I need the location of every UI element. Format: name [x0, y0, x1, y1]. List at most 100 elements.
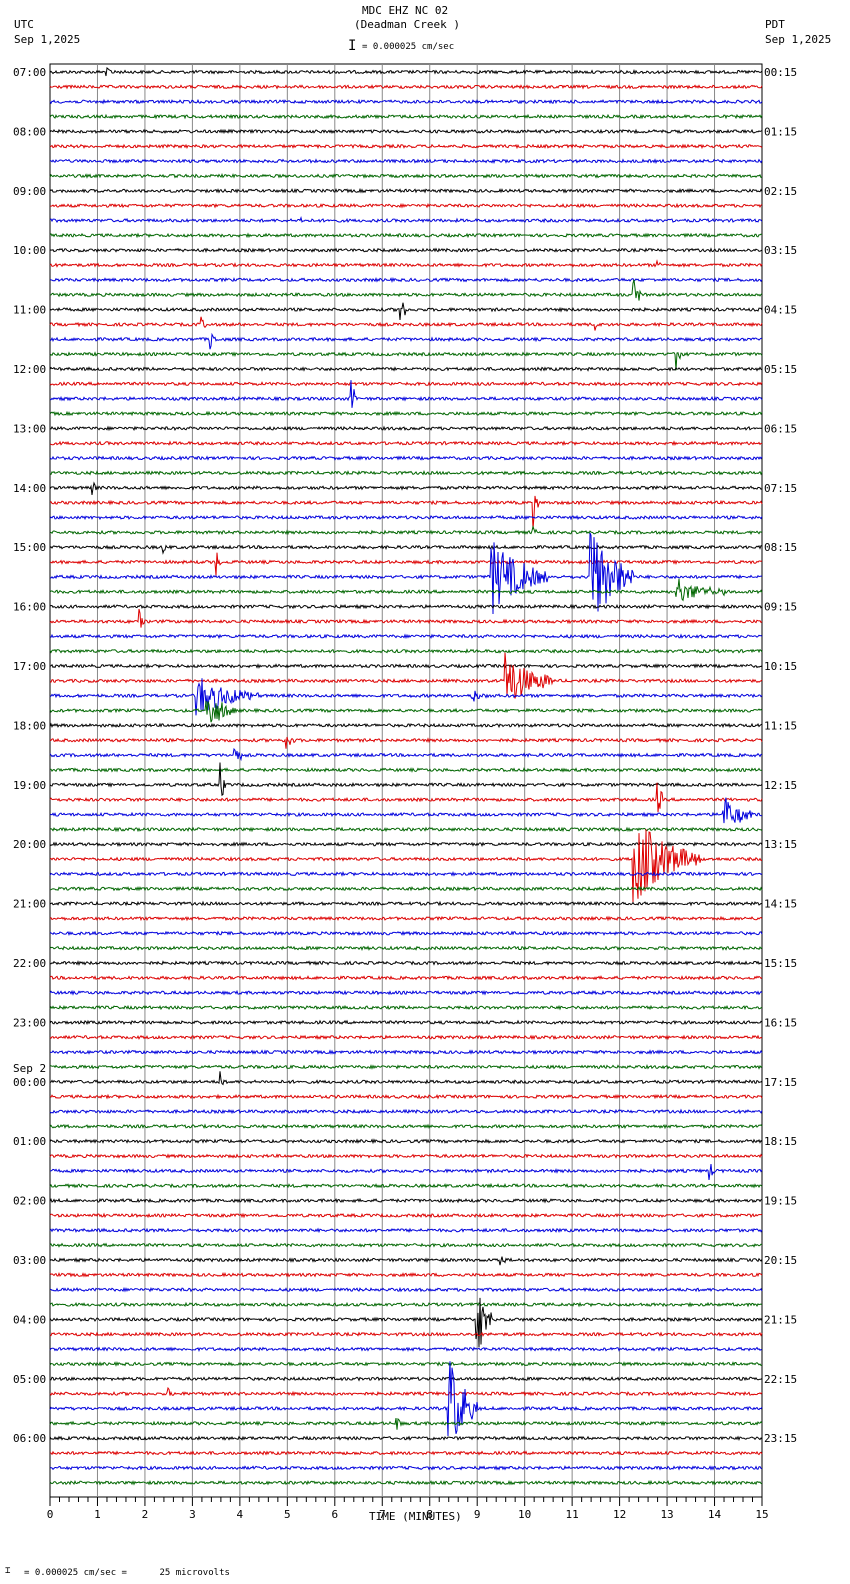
- left-time-label: 07:00: [13, 66, 46, 79]
- trace-77: [49, 1212, 763, 1219]
- x-tick-label: 14: [708, 1508, 722, 1521]
- left-time-label: 21:00: [13, 898, 46, 911]
- trace-78: [49, 1227, 763, 1234]
- trace-11: [49, 232, 763, 239]
- trace-91: [49, 1417, 763, 1430]
- trace-41: [49, 652, 763, 699]
- x-tick-label: 10: [518, 1508, 531, 1521]
- trace-29: [49, 495, 763, 530]
- trace-46: [49, 747, 763, 762]
- x-tick-label: 6: [331, 1508, 338, 1521]
- trace-56: [49, 900, 763, 907]
- trace-39: [49, 648, 763, 654]
- right-time-label: 14:15: [764, 898, 797, 911]
- right-time-label: 08:15: [764, 541, 797, 554]
- x-tick-label: 11: [566, 1508, 579, 1521]
- trace-10: [49, 215, 763, 224]
- trace-76: [49, 1197, 763, 1204]
- right-time-label: 11:15: [764, 719, 797, 732]
- left-time-label: 00:00: [13, 1076, 46, 1089]
- trace-12: [49, 247, 763, 253]
- trace-15: [49, 279, 763, 301]
- trace-82: [49, 1286, 763, 1293]
- right-time-label: 07:15: [764, 482, 797, 495]
- x-tick-label: 12: [613, 1508, 626, 1521]
- date-change-label: Sep 2: [13, 1062, 46, 1075]
- trace-59: [49, 945, 763, 951]
- left-time-label: 13:00: [13, 422, 46, 435]
- trace-48: [49, 762, 763, 797]
- left-time-label: 01:00: [13, 1135, 46, 1148]
- trace-70: [49, 1108, 763, 1115]
- right-time-label: 04:15: [764, 304, 797, 317]
- trace-44: [49, 722, 763, 729]
- trace-55: [49, 885, 763, 892]
- right-time-label: 20:15: [764, 1254, 797, 1267]
- trace-26: [49, 455, 763, 461]
- trace-17: [49, 316, 763, 331]
- trace-83: [49, 1301, 763, 1308]
- trace-69: [49, 1093, 763, 1100]
- trace-90: [49, 1361, 763, 1437]
- left-time-label: 20:00: [13, 838, 46, 851]
- trace-5: [49, 143, 763, 150]
- trace-18: [49, 332, 763, 350]
- x-tick-label: 13: [660, 1508, 673, 1521]
- x-tick-label: 5: [284, 1508, 291, 1521]
- left-time-label: 23:00: [13, 1016, 46, 1029]
- trace-93: [49, 1450, 763, 1456]
- trace-72: [49, 1138, 763, 1145]
- left-time-label: 19:00: [13, 779, 46, 792]
- right-time-label: 23:15: [764, 1432, 797, 1445]
- trace-92: [49, 1435, 763, 1442]
- trace-85: [49, 1331, 763, 1337]
- trace-1: [49, 84, 763, 90]
- left-time-label: 11:00: [13, 304, 46, 317]
- trace-32: [49, 544, 763, 555]
- trace-49: [49, 782, 763, 813]
- trace-71: [49, 1123, 763, 1130]
- x-axis-label: TIME (MINUTES): [369, 1510, 462, 1523]
- left-time-label: 15:00: [13, 541, 46, 554]
- left-time-label: 08:00: [13, 125, 46, 138]
- right-time-label: 06:15: [764, 422, 797, 435]
- trace-43: [49, 700, 763, 723]
- trace-20: [49, 366, 763, 372]
- trace-40: [49, 663, 763, 669]
- left-time-label: 02:00: [13, 1195, 46, 1208]
- trace-6: [49, 158, 763, 165]
- trace-30: [49, 514, 763, 521]
- footer-scale: = 0.000025 cm/sec = 25 microvolts: [24, 1568, 230, 1578]
- trace-88: [49, 1376, 763, 1382]
- trace-68: [49, 1071, 763, 1086]
- trace-65: [49, 1034, 763, 1041]
- x-tick-label: 3: [189, 1508, 196, 1521]
- trace-9: [50, 202, 763, 209]
- x-tick-label: 15: [755, 1508, 768, 1521]
- right-time-label: 13:15: [764, 838, 797, 851]
- trace-13: [49, 259, 763, 268]
- trace-57: [49, 915, 763, 922]
- x-tick-label: 4: [237, 1508, 244, 1521]
- left-time-label: 18:00: [13, 719, 46, 732]
- trace-37: [49, 608, 763, 628]
- right-time-label: 19:15: [764, 1195, 797, 1208]
- trace-36: [49, 603, 763, 610]
- trace-14: [49, 276, 763, 283]
- x-tick-label: 9: [474, 1508, 481, 1521]
- trace-35: [49, 578, 763, 602]
- trace-3: [49, 113, 763, 120]
- trace-86: [49, 1346, 763, 1353]
- trace-21: [49, 381, 763, 387]
- right-time-label: 09:15: [764, 601, 797, 614]
- trace-7: [49, 173, 763, 179]
- right-time-label: 10:15: [764, 660, 797, 673]
- trace-64: [49, 1019, 763, 1026]
- trace-16: [49, 302, 763, 320]
- trace-28: [49, 481, 763, 495]
- left-time-label: 14:00: [13, 482, 46, 495]
- trace-81: [49, 1272, 763, 1278]
- trace-38: [49, 633, 763, 640]
- trace-94: [49, 1465, 763, 1471]
- right-time-label: 17:15: [764, 1076, 797, 1089]
